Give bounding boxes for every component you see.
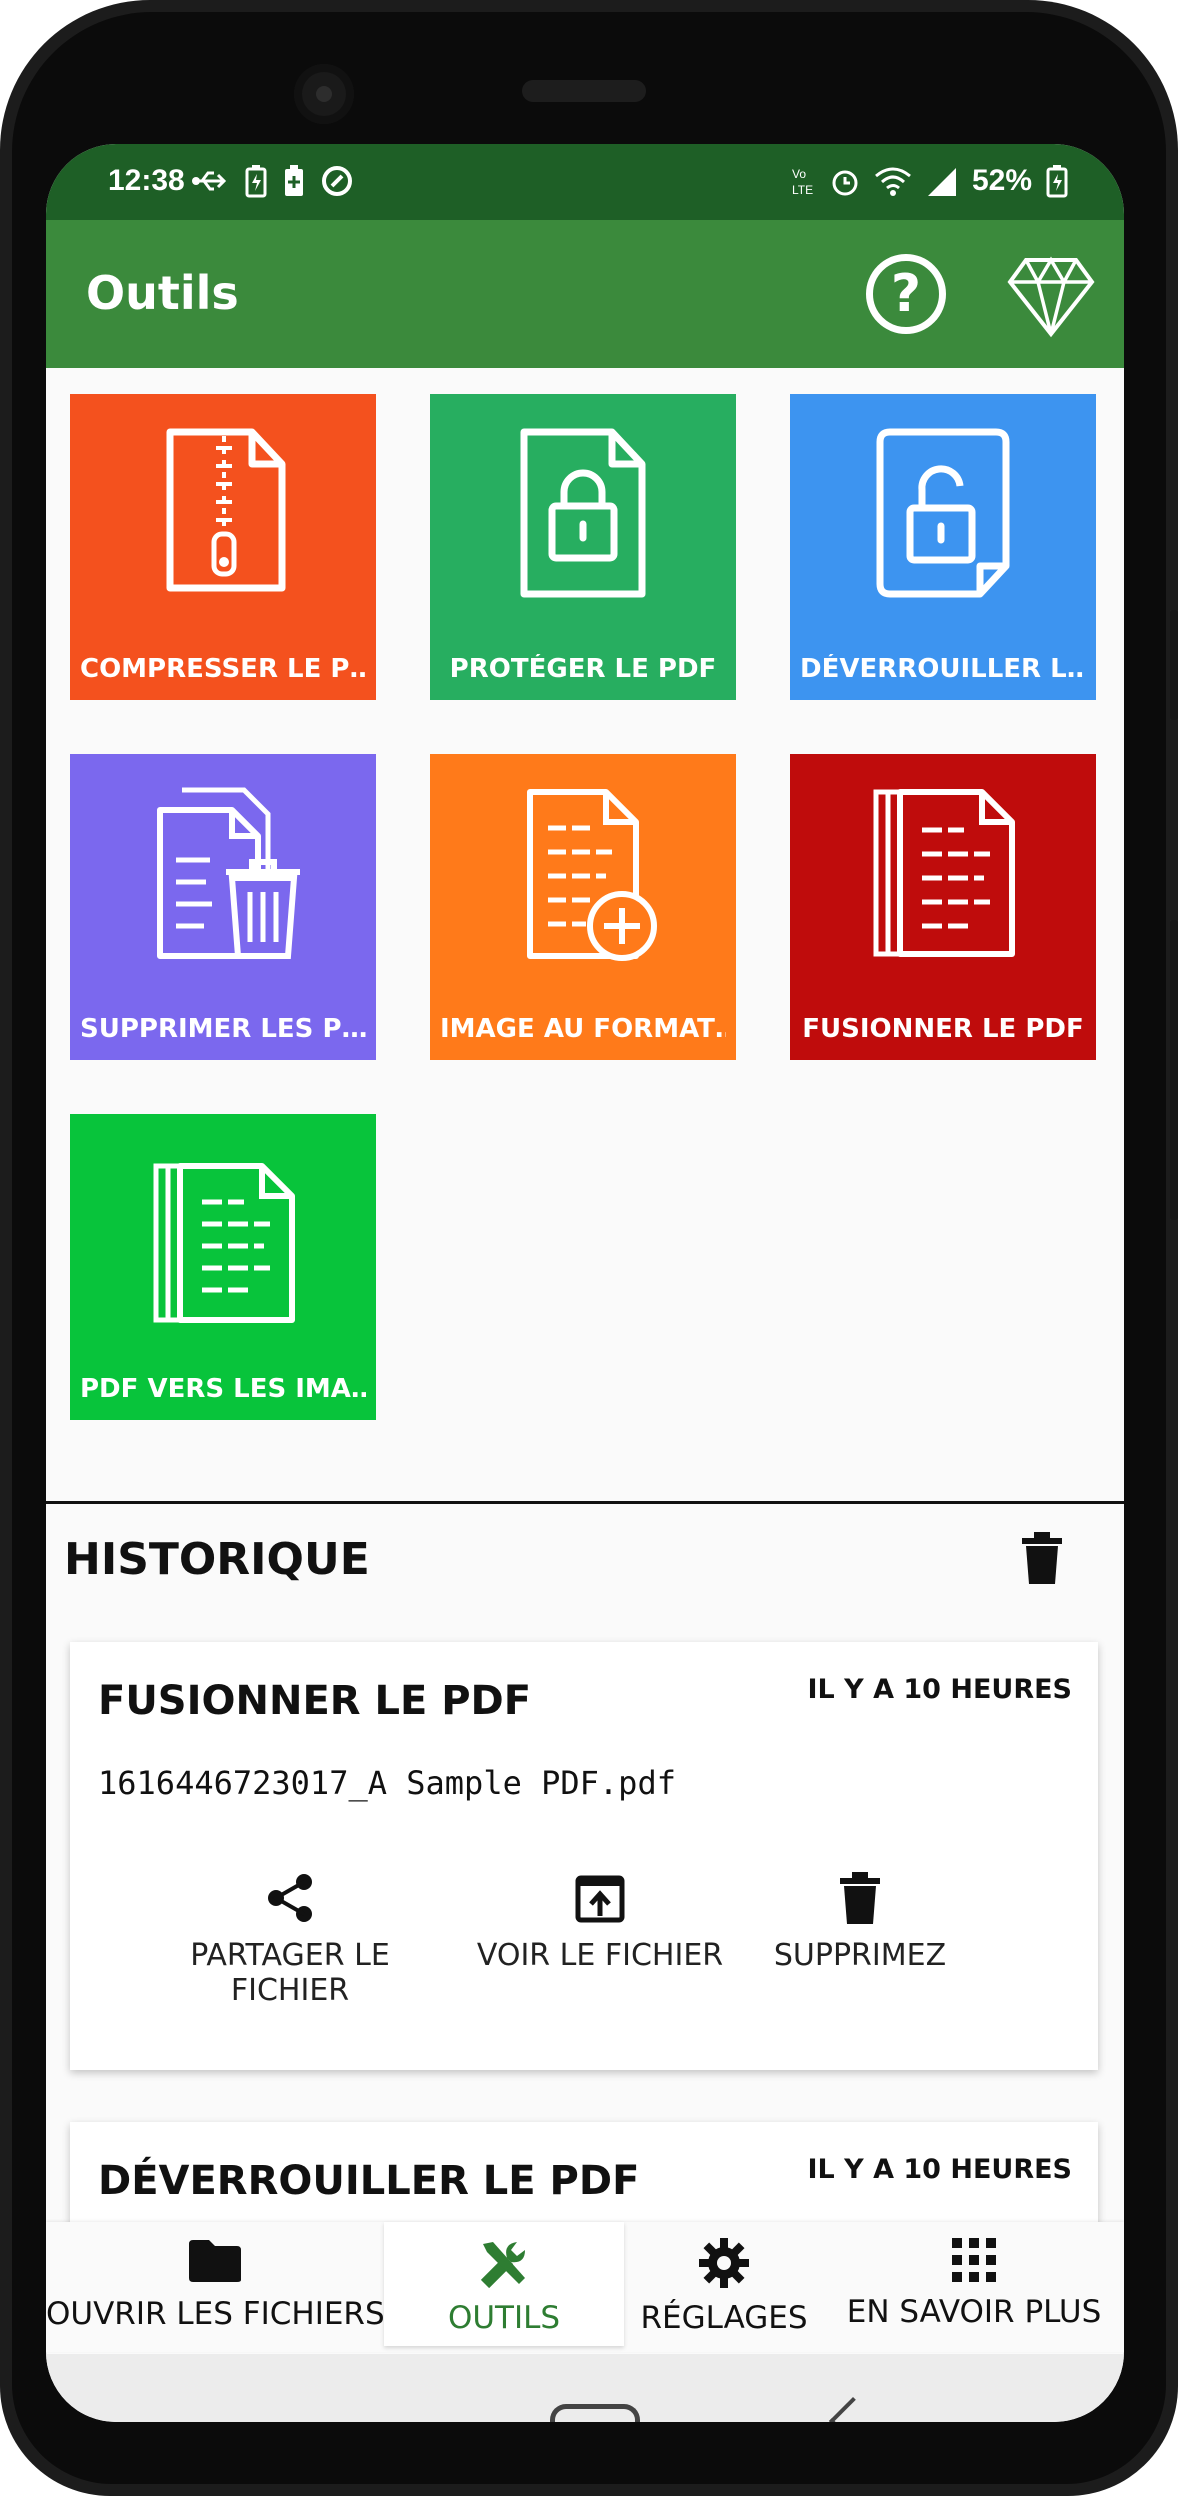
documents-stack-icon bbox=[153, 1163, 295, 1323]
unlock-file-icon bbox=[876, 428, 1010, 598]
status-left-icons bbox=[190, 164, 354, 198]
tool-merge-pdf[interactable]: FUSIONNER LE PDF bbox=[790, 754, 1096, 1060]
history-item-time: IL Y A 10 HEURES bbox=[807, 2154, 1072, 2185]
share-file-button[interactable]: PARTAGER LE FICHIER bbox=[140, 1872, 440, 2008]
battery-plus-icon bbox=[285, 165, 303, 196]
open-in-icon bbox=[575, 1875, 625, 1923]
nav-label: OUTILS bbox=[447, 2300, 561, 2336]
tool-pdf-to-images[interactable]: PDF VERS LES IMA… bbox=[70, 1114, 376, 1420]
gear-icon bbox=[699, 2238, 749, 2288]
alarm-icon bbox=[832, 170, 858, 196]
usb-icon bbox=[192, 171, 227, 191]
nav-settings[interactable]: RÉGLAGES bbox=[624, 2222, 824, 2346]
side-button-power bbox=[1170, 920, 1178, 1220]
nav-open-files[interactable]: OUVRIR LES FICHIERS bbox=[46, 2222, 385, 2346]
battery-charging-icon bbox=[1046, 165, 1068, 198]
apps-grid-icon bbox=[952, 2238, 996, 2282]
battery-percent: 52% bbox=[971, 164, 1032, 197]
help-icon[interactable]: ? bbox=[866, 254, 946, 334]
screen: 12:38 Vo LTE 52% Outils ? COMPRESSER LE … bbox=[46, 144, 1124, 2422]
tool-label: DÉVERROUILLER L… bbox=[800, 654, 1086, 684]
view-file-label: VOIR LE FICHIER bbox=[476, 1938, 724, 1973]
add-document-icon bbox=[527, 789, 657, 961]
diamond-icon[interactable] bbox=[1006, 254, 1096, 338]
tool-image-to-pdf[interactable]: IMAGE AU FORMAT… bbox=[430, 754, 736, 1060]
battery-saver-icon bbox=[245, 165, 267, 198]
history-title: HISTORIQUE bbox=[64, 1534, 370, 1585]
nav-tools[interactable]: OUTILS bbox=[384, 2222, 624, 2346]
back-button[interactable] bbox=[828, 2396, 878, 2422]
tool-label: IMAGE AU FORMAT… bbox=[440, 1014, 726, 1044]
delete-file-label: SUPPRIMEZ bbox=[773, 1938, 947, 1973]
wifi-icon bbox=[875, 167, 911, 196]
tool-delete-pages[interactable]: SUPPRIMER LES P… bbox=[70, 754, 376, 1060]
history-item-filename: 1616446723017_A Sample PDF.pdf bbox=[98, 1764, 676, 1802]
share-file-label: PARTAGER LE FICHIER bbox=[190, 1938, 390, 2008]
data-saver-icon bbox=[322, 166, 352, 196]
history-card: FUSIONNER LE PDF IL Y A 10 HEURES 161644… bbox=[70, 1642, 1098, 2070]
svg-text:LTE: LTE bbox=[792, 183, 813, 197]
tools-icon bbox=[480, 2242, 525, 2288]
nav-learn-more[interactable]: EN SAVOIR PLUS bbox=[824, 2222, 1124, 2346]
folder-icon bbox=[189, 2240, 241, 2282]
trash-icon bbox=[840, 1872, 880, 1924]
section-divider bbox=[46, 1501, 1124, 1504]
delete-pages-icon bbox=[157, 787, 300, 959]
clear-history-trash-icon[interactable] bbox=[1022, 1532, 1062, 1584]
lock-file-icon bbox=[520, 428, 646, 598]
page-title: Outils bbox=[86, 266, 239, 320]
volte-icon: Vo LTE bbox=[792, 167, 813, 197]
zip-file-icon bbox=[166, 428, 286, 592]
signal-icon bbox=[927, 168, 956, 196]
side-button-volume bbox=[1170, 610, 1178, 720]
nav-label: EN SAVOIR PLUS bbox=[846, 2294, 1102, 2330]
status-right-icons: Vo LTE 52% bbox=[790, 164, 1068, 198]
earpiece-speaker bbox=[522, 80, 646, 102]
tool-label: PROTÉGER LE PDF bbox=[449, 654, 717, 684]
tool-protect-pdf[interactable]: PROTÉGER LE PDF bbox=[430, 394, 736, 700]
tool-compress-pdf[interactable]: COMPRESSER LE P… bbox=[70, 394, 376, 700]
tool-label: FUSIONNER LE PDF bbox=[802, 1014, 1084, 1044]
nav-label: RÉGLAGES bbox=[640, 2300, 808, 2336]
front-camera bbox=[294, 64, 354, 124]
view-file-button[interactable]: VOIR LE FICHIER bbox=[470, 1872, 730, 1973]
status-bar: 12:38 Vo LTE 52% bbox=[46, 144, 1124, 220]
delete-file-button[interactable]: SUPPRIMEZ bbox=[750, 1872, 970, 1973]
tool-label: PDF VERS LES IMA… bbox=[80, 1374, 366, 1404]
app-bar: Outils ? bbox=[46, 220, 1124, 368]
phone-frame: 12:38 Vo LTE 52% Outils ? COMPRESSER LE … bbox=[0, 0, 1178, 2496]
home-button[interactable] bbox=[550, 2404, 640, 2422]
history-item-time: IL Y A 10 HEURES bbox=[807, 1674, 1072, 1705]
svg-text:Vo: Vo bbox=[792, 167, 806, 181]
share-icon bbox=[268, 1874, 312, 1922]
history-item-title: FUSIONNER LE PDF bbox=[98, 1678, 532, 1724]
history-item-title: DÉVERROUILLER LE PDF bbox=[98, 2158, 640, 2204]
merge-documents-icon bbox=[873, 789, 1015, 957]
tool-label: COMPRESSER LE P… bbox=[80, 654, 366, 684]
tool-label: SUPPRIMER LES P… bbox=[80, 1014, 366, 1044]
nav-label: OUVRIR LES FICHIERS bbox=[46, 2296, 385, 2332]
tool-unlock-pdf[interactable]: DÉVERROUILLER L… bbox=[790, 394, 1096, 700]
bottom-navigation: OUVRIR LES FICHIERS OUTILS RÉGLAGES EN S… bbox=[46, 2222, 1124, 2352]
status-time: 12:38 bbox=[108, 164, 185, 197]
system-navigation-bar bbox=[46, 2354, 1124, 2422]
